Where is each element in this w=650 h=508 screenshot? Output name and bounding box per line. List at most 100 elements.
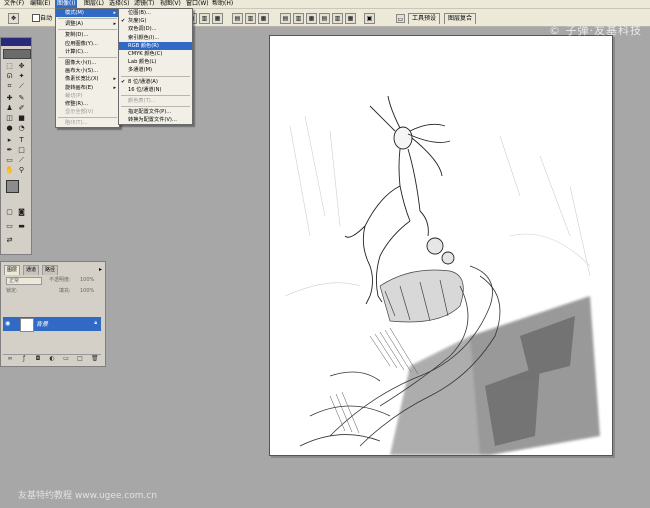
menu-image[interactable]: 图像(I)	[55, 0, 78, 8]
delete-layer-icon[interactable]: 🗑︎	[91, 356, 99, 362]
dodge-tool-icon[interactable]: ◔	[17, 124, 26, 132]
menu-file[interactable]: 文件(F)	[2, 0, 26, 8]
new-layer-icon[interactable]: □	[77, 356, 83, 362]
mode-menu-item-15[interactable]: 转换为配置文件(V)...	[119, 116, 192, 124]
image-menu-item-2[interactable]: 调整(A) ▸	[56, 20, 119, 28]
crop-tool-icon[interactable]: ⌗	[5, 82, 14, 90]
screen-mode-standard-icon[interactable]: ▭	[5, 222, 14, 230]
opacity-value[interactable]: 100%	[80, 275, 94, 286]
link-layers-icon[interactable]: ∞	[7, 356, 13, 362]
auto-align-icon[interactable]: ▣	[364, 13, 375, 24]
mode-menu-item-9[interactable]: ✔ 8 位/通道(A)	[119, 78, 192, 86]
mode-menu-item-label: 双色调(D)...	[128, 26, 157, 33]
layer-name[interactable]: 背景	[36, 319, 48, 328]
mode-menu-item-10[interactable]: 16 位/通道(N)	[119, 86, 192, 94]
fill-value[interactable]: 100%	[80, 286, 94, 297]
pen-tool-icon[interactable]: ✒	[5, 146, 14, 154]
foreground-color-swatch[interactable]	[6, 180, 19, 193]
lasso-tool-icon[interactable]: ᘏ	[5, 72, 14, 80]
marquee-tool-icon[interactable]: ⬚	[5, 62, 14, 70]
menu-help[interactable]: 帮助(H)	[210, 0, 235, 8]
gradient-tool-icon[interactable]: ■	[17, 114, 26, 122]
document-canvas[interactable]	[269, 35, 613, 456]
tab-tool-presets[interactable]: 工具预设	[408, 13, 441, 24]
move-tool-icon[interactable]: ✥	[17, 62, 26, 70]
mode-menu-item-6[interactable]: Lab 颜色(L)	[119, 58, 192, 66]
mode-menu-item-14[interactable]: 指定配置文件(P)...	[119, 108, 192, 116]
menu-view[interactable]: 视图(V)	[158, 0, 183, 8]
distribute-top-icon[interactable]: ▤	[280, 13, 291, 24]
distribute-right-icon[interactable]: ▦	[345, 13, 356, 24]
new-group-icon[interactable]: ▭	[63, 356, 69, 362]
image-menu-item-5[interactable]: 应用图像(Y)...	[56, 40, 119, 48]
standard-mode-icon[interactable]: ▢	[5, 208, 14, 216]
jump-to-imageready-icon[interactable]: ⇄	[5, 236, 14, 244]
menu-filter[interactable]: 滤镜(T)	[132, 0, 156, 8]
distribute-left-icon[interactable]: ▤	[319, 13, 330, 24]
hand-tool-icon[interactable]: ✋	[5, 166, 14, 174]
menu-edit[interactable]: 编辑(E)	[28, 0, 52, 8]
menu-window[interactable]: 窗口(W)	[184, 0, 211, 8]
menu-separator	[58, 56, 117, 58]
eraser-tool-icon[interactable]: ◫	[5, 114, 14, 122]
brush-tool-icon[interactable]: ✎	[17, 94, 26, 102]
align-center-icon[interactable]: ▥	[245, 13, 256, 24]
menu-separator	[58, 117, 117, 119]
shape-tool-icon[interactable]: □	[17, 146, 26, 154]
align-middle-icon[interactable]: ▥	[199, 13, 210, 24]
history-brush-icon[interactable]: ✐	[17, 104, 26, 112]
mode-menu-item-4[interactable]: RGB 颜色(R)	[119, 41, 192, 50]
blur-tool-icon[interactable]: ●	[5, 124, 14, 132]
eyedropper-icon[interactable]: ⟋	[17, 156, 26, 164]
image-menu-item-10[interactable]: 像素长宽比(X) ▸	[56, 75, 119, 83]
palette-well-icon[interactable]: ▭	[396, 14, 405, 23]
zoom-tool-icon[interactable]: ⚲	[17, 166, 26, 174]
image-menu-item-0[interactable]: 模式(M) ▸	[56, 9, 119, 18]
notes-tool-icon[interactable]: ▭	[5, 156, 14, 164]
type-tool-icon[interactable]: T	[17, 136, 26, 144]
image-menu-item-9[interactable]: 画布大小(S)...	[56, 67, 119, 75]
layer-row-background[interactable]: ◉ 背景 🔒︎	[3, 317, 101, 332]
distribute-bottom-icon[interactable]: ▦	[306, 13, 317, 24]
path-select-icon[interactable]: ▸	[5, 136, 14, 144]
image-menu-item-6[interactable]: 计算(C)...	[56, 48, 119, 56]
distribute-center-icon[interactable]: ▥	[332, 13, 343, 24]
menu-layer[interactable]: 图层(L)	[82, 0, 106, 8]
submenu-arrow-icon: ▸	[113, 84, 116, 91]
quick-mask-icon[interactable]: ◙	[17, 208, 26, 216]
align-bottom-icon[interactable]: ▦	[212, 13, 223, 24]
tab-layer-comps[interactable]: 图层复合	[444, 13, 477, 24]
tab-paths[interactable]: 路径	[42, 265, 59, 275]
toolbox-titlebar[interactable]	[1, 38, 31, 46]
healing-brush-icon[interactable]: ✚	[5, 94, 14, 102]
stamp-tool-icon[interactable]: ♟	[5, 104, 14, 112]
blend-mode-select[interactable]: 正常	[6, 277, 42, 285]
image-menu-item-8[interactable]: 图像大小(I)...	[56, 59, 119, 67]
auto-select-checkbox[interactable]	[32, 14, 40, 22]
image-menu-item-11[interactable]: 旋转画布(E) ▸	[56, 84, 119, 92]
mode-menu-item-2[interactable]: 双色调(D)...	[119, 25, 192, 33]
distribute-middle-icon[interactable]: ▥	[293, 13, 304, 24]
screen-mode-full-icon[interactable]: ▬	[17, 222, 26, 230]
mode-menu-item-5[interactable]: CMYK 颜色(C)	[119, 50, 192, 58]
tab-channels[interactable]: 通道	[23, 265, 40, 275]
menu-select[interactable]: 选择(S)	[107, 0, 132, 8]
visibility-eye-icon[interactable]: ◉	[5, 320, 10, 327]
mode-menu-item-3[interactable]: 索引颜色(I)...	[119, 34, 192, 42]
tab-layers[interactable]: 图层	[4, 265, 21, 275]
slice-tool-icon[interactable]: ⟋	[17, 82, 26, 90]
submenu-arrow-icon: ▸	[113, 10, 116, 16]
move-tool-icon[interactable]: ✥	[8, 13, 19, 24]
palette-menu-arrow-icon[interactable]: ▸	[99, 266, 102, 273]
layer-mask-icon[interactable]: ◘	[35, 356, 41, 362]
mode-menu-item-1[interactable]: ✔ 灰度(G)	[119, 17, 192, 25]
image-menu-item-13[interactable]: 修整(R)...	[56, 100, 119, 108]
align-right-icon[interactable]: ▦	[258, 13, 269, 24]
magic-wand-icon[interactable]: ✦	[17, 72, 26, 80]
adjustment-layer-icon[interactable]: ◐	[49, 356, 55, 362]
mode-menu-item-7[interactable]: 多通道(M)	[119, 66, 192, 74]
layer-style-icon[interactable]: ƒ	[21, 356, 27, 362]
mode-menu-item-0[interactable]: 位图(B)...	[119, 9, 192, 17]
image-menu-item-4[interactable]: 复制(D)...	[56, 31, 119, 39]
align-left-icon[interactable]: ▤	[232, 13, 243, 24]
